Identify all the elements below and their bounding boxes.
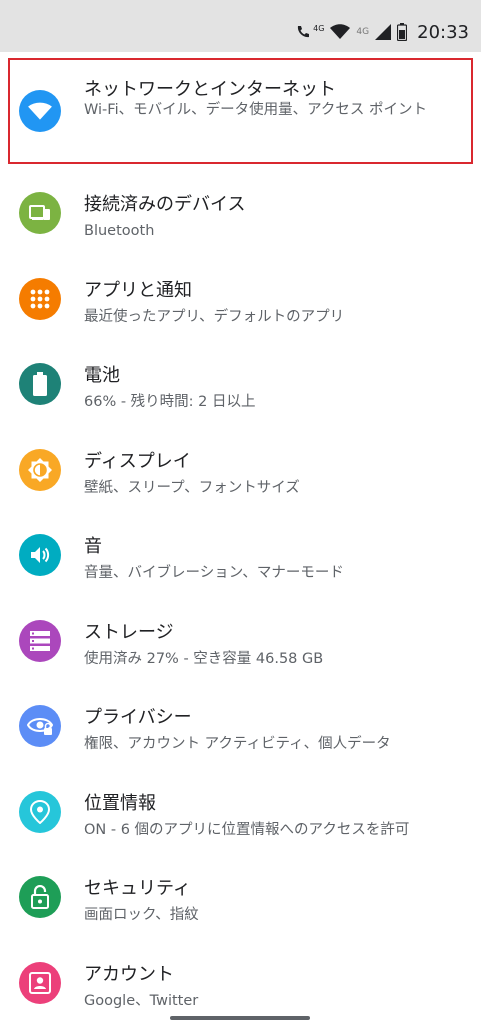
- settings-item-subtitle: Wi-Fi、モバイル、データ使用量、アクセス ポイント: [84, 102, 427, 118]
- settings-item-title: ストレージ: [84, 621, 174, 643]
- settings-item-title: プライバシー: [84, 707, 192, 728]
- settings-list: ネットワークとインターネット Wi-Fi、モバイル、データ使用量、アクセス ポイ…: [0, 52, 481, 1023]
- settings-item-title: アプリと通知: [84, 279, 192, 301]
- clock: 20:33: [417, 21, 469, 43]
- settings-item-subtitle: 音量、バイブレーション、マナーモード: [84, 565, 344, 581]
- settings-item-subtitle: 画面ロック、指紋: [84, 907, 199, 923]
- settings-item-title: 音: [84, 536, 102, 557]
- settings-item-title: 電池: [84, 365, 120, 386]
- devices-icon: [19, 192, 61, 234]
- privacy-eye-icon: [19, 705, 61, 747]
- settings-item-title: アカウント: [84, 963, 174, 985]
- settings-item-subtitle: 最近使ったアプリ、デフォルトのアプリ: [84, 308, 345, 325]
- network-type-label-2: 4G: [356, 27, 370, 37]
- battery-status-icon: [397, 23, 408, 41]
- cell-signal-icon: [375, 24, 392, 40]
- settings-item-subtitle: ON - 6 個のアプリに位置情報へのアクセスを許可: [84, 821, 410, 838]
- settings-item-battery[interactable]: 電池 66% - 残り時間: 2 日以上: [0, 339, 481, 425]
- settings-item-title: ディスプレイ: [84, 450, 191, 472]
- settings-item-title: 位置情報: [84, 792, 156, 814]
- account-icon: [19, 961, 61, 1004]
- settings-item-security[interactable]: セキュリティ 画面ロック、指紋: [0, 852, 481, 938]
- settings-item-subtitle: Google、Twitter: [84, 992, 199, 1009]
- network-type-label: 4G: [313, 23, 325, 33]
- brightness-icon: [19, 448, 61, 491]
- location-pin-icon: [19, 790, 61, 833]
- wifi-call-icon: [298, 26, 310, 38]
- settings-item-subtitle: Bluetooth: [84, 223, 155, 239]
- settings-item-connected-devices[interactable]: 接続済みのデバイス Bluetooth: [0, 168, 481, 254]
- settings-item-network[interactable]: ネットワークとインターネット Wi-Fi、モバイル、データ使用量、アクセス ポイ…: [0, 52, 481, 168]
- settings-item-title: 接続済みのデバイス: [84, 194, 246, 215]
- settings-item-subtitle: 66% - 残り時間: 2 日以上: [84, 394, 256, 410]
- gesture-nav-bar[interactable]: [170, 1016, 310, 1020]
- settings-item-title: セキュリティ: [84, 878, 191, 899]
- settings-item-subtitle: 使用済み 27% - 空き容量 46.58 GB: [84, 650, 324, 667]
- settings-item-location[interactable]: 位置情報 ON - 6 個のアプリに位置情報へのアクセスを許可: [0, 767, 481, 853]
- settings-item-sound[interactable]: 音 音量、バイブレーション、マナーモード: [0, 510, 481, 596]
- wifi-signal-icon: [330, 24, 351, 39]
- settings-item-subtitle: 壁紙、スリープ、フォントサイズ: [84, 479, 300, 496]
- apps-grid-icon: [19, 277, 61, 320]
- status-icons: 4G 4G 20:33: [295, 20, 469, 44]
- settings-item-display[interactable]: ディスプレイ 壁紙、スリープ、フォントサイズ: [0, 425, 481, 511]
- lock-icon: [19, 876, 61, 918]
- settings-item-privacy[interactable]: プライバシー 権限、アカウント アクティビティ、個人データ: [0, 681, 481, 767]
- settings-item-accounts[interactable]: アカウント Google、Twitter: [0, 938, 481, 1024]
- settings-item-apps[interactable]: アプリと通知 最近使ったアプリ、デフォルトのアプリ: [0, 254, 481, 340]
- settings-item-storage[interactable]: ストレージ 使用済み 27% - 空き容量 46.58 GB: [0, 596, 481, 682]
- storage-icon: [19, 619, 61, 662]
- volume-icon: [19, 534, 61, 576]
- status-bar: 4G 4G 20:33: [0, 0, 481, 52]
- wifi-icon: [19, 90, 61, 132]
- settings-item-subtitle: 権限、アカウント アクティビティ、個人データ: [84, 736, 391, 752]
- battery-icon: [19, 363, 61, 405]
